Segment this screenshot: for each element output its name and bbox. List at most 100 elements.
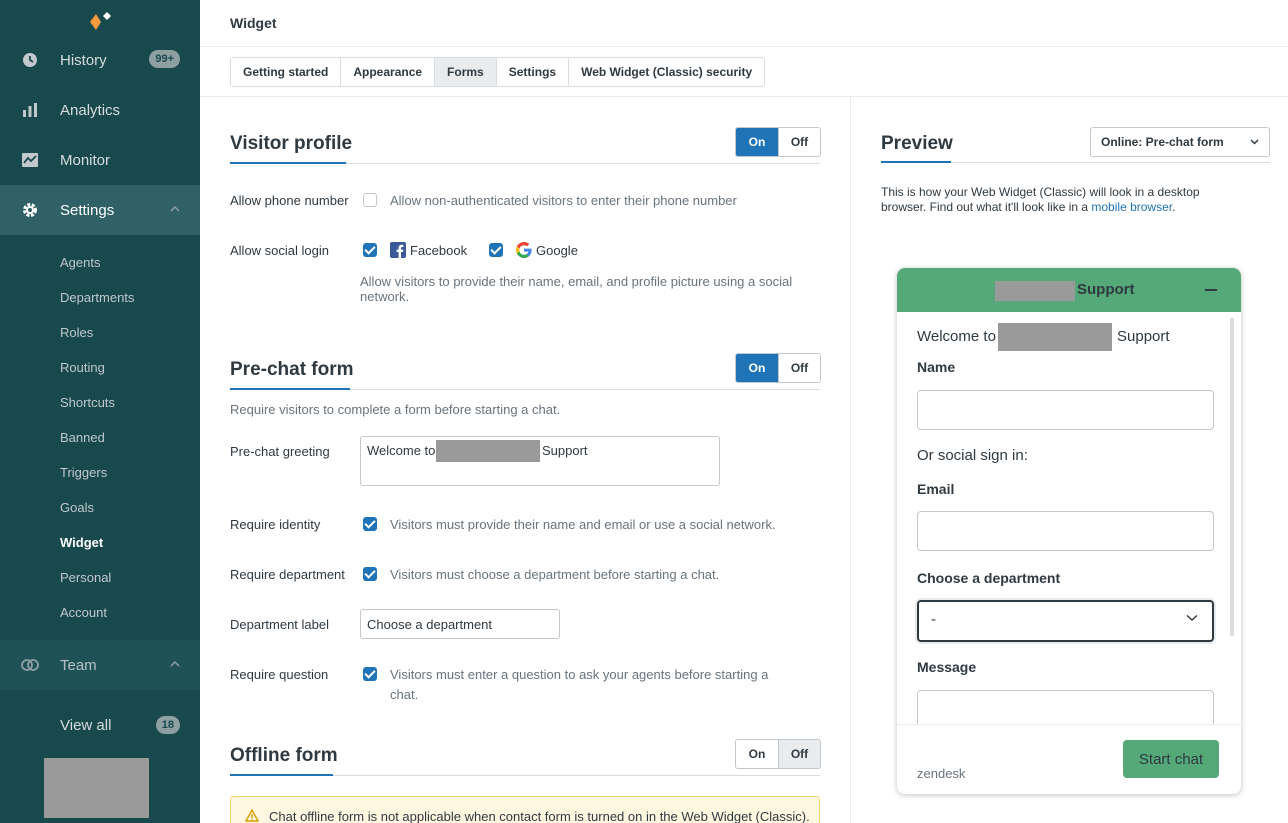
- prechat-greeting-textarea[interactable]: Welcome to Support: [360, 436, 720, 486]
- department-label-input[interactable]: Choose a department: [360, 609, 560, 639]
- toggle-on-button[interactable]: On: [736, 128, 778, 156]
- gear-icon: [23, 203, 37, 217]
- sidebar: History 99+ Analytics Monitor Settings A…: [0, 0, 200, 823]
- widget-email-label: Email: [917, 481, 955, 497]
- chevron-down-icon: [1186, 614, 1198, 621]
- require-identity-label: Require identity: [230, 517, 321, 532]
- mobile-browser-link[interactable]: mobile browser: [1091, 200, 1172, 214]
- chevron-up-icon[interactable]: [170, 659, 180, 669]
- nav-team-label: Team: [60, 656, 97, 674]
- sidebar-item-routing[interactable]: Routing: [60, 360, 105, 375]
- offline-toggle: On Off: [735, 739, 821, 769]
- widget-welcome-suffix: Support: [1117, 328, 1170, 345]
- start-chat-button[interactable]: Start chat: [1123, 740, 1219, 778]
- nav-view-all[interactable]: View all 18: [0, 700, 200, 750]
- social-login-desc-line1: Allow visitors to provide their name, em…: [360, 274, 793, 289]
- preview-divider: [850, 97, 851, 823]
- tab-getting-started[interactable]: Getting started: [231, 58, 342, 86]
- toggle-on-button[interactable]: On: [736, 740, 778, 768]
- require-department-desc: Visitors must choose a department before…: [390, 567, 720, 582]
- view-all-count-badge: 18: [155, 716, 180, 734]
- google-label: Google: [536, 243, 578, 258]
- redacted-company-name: [436, 440, 540, 462]
- nav-analytics-label: Analytics: [60, 101, 121, 119]
- sidebar-item-banned[interactable]: Banned: [60, 430, 105, 445]
- monitor-graph-icon: [22, 153, 38, 167]
- offline-warning-alert: Chat offline form is not applicable when…: [230, 796, 820, 823]
- tab-web-widget-classic-security[interactable]: Web Widget (Classic) security: [569, 58, 765, 86]
- team-icon: [21, 659, 39, 671]
- require-question-desc-line1: Visitors must enter a question to ask yo…: [390, 667, 769, 682]
- require-department-label: Require department: [230, 567, 345, 582]
- history-count-badge: 99+: [149, 50, 180, 68]
- allow-phone-label: Allow phone number: [230, 193, 349, 208]
- greeting-prefix: Welcome to: [367, 443, 436, 458]
- warning-icon: [245, 809, 259, 822]
- widget-header-title: Support: [1077, 281, 1135, 298]
- sidebar-item-departments[interactable]: Departments: [60, 290, 134, 305]
- nav-settings[interactable]: Settings: [0, 185, 200, 235]
- nav-analytics[interactable]: Analytics: [0, 85, 200, 135]
- sidebar-item-account[interactable]: Account: [60, 605, 107, 620]
- tab-divider: [200, 96, 1288, 97]
- view-all-label: View all: [60, 716, 112, 734]
- widget-header: Support: [897, 268, 1241, 312]
- widget-scrollbar[interactable]: [1230, 318, 1234, 636]
- nav-history[interactable]: History 99+: [0, 35, 200, 85]
- nav-settings-label: Settings: [60, 201, 115, 219]
- visitor-profile-toggle: On Off: [735, 127, 821, 157]
- nav-team[interactable]: Team: [0, 640, 200, 690]
- sidebar-item-triggers[interactable]: Triggers: [60, 465, 107, 480]
- minimize-icon[interactable]: [1205, 289, 1217, 291]
- redacted-company-name: [995, 281, 1075, 301]
- tab-settings[interactable]: Settings: [496, 58, 570, 86]
- tab-bar: Getting started Appearance Forms Settings We…: [230, 57, 766, 87]
- nav-monitor[interactable]: Monitor: [0, 135, 200, 185]
- sidebar-item-roles[interactable]: Roles: [60, 325, 93, 340]
- prechat-form-title: Pre-chat form: [230, 359, 354, 380]
- require-question-checkbox[interactable]: [363, 667, 377, 681]
- section-underline: [230, 388, 350, 390]
- facebook-icon: [390, 242, 406, 258]
- sidebar-item-shortcuts[interactable]: Shortcuts: [60, 395, 115, 410]
- widget-welcome-prefix: Welcome to: [917, 328, 996, 345]
- chevron-up-icon[interactable]: [170, 204, 180, 214]
- preview-mode-select[interactable]: Online: Pre-chat form: [1090, 127, 1270, 157]
- facebook-login-checkbox[interactable]: [363, 243, 377, 257]
- google-icon: [516, 242, 532, 258]
- agent-avatar[interactable]: [44, 758, 149, 818]
- require-department-checkbox[interactable]: [363, 567, 377, 581]
- sidebar-item-widget[interactable]: Widget: [60, 535, 103, 550]
- google-login-checkbox[interactable]: [489, 243, 503, 257]
- widget-name-label: Name: [917, 359, 956, 375]
- toggle-on-button[interactable]: On: [736, 354, 778, 382]
- header-divider: [200, 46, 1288, 47]
- require-question-label: Require question: [230, 667, 329, 682]
- visitor-profile-title: Visitor profile: [230, 133, 353, 154]
- tab-forms[interactable]: Forms: [435, 58, 497, 86]
- preview-desc: This is how your Web Widget (Classic) wi…: [881, 185, 1241, 215]
- toggle-off-button[interactable]: Off: [778, 740, 820, 768]
- sidebar-item-goals[interactable]: Goals: [60, 500, 94, 515]
- sidebar-item-agents[interactable]: Agents: [60, 255, 100, 270]
- chevron-down-icon: [1250, 139, 1259, 145]
- require-identity-checkbox[interactable]: [363, 517, 377, 531]
- redacted-company-name: [998, 323, 1112, 351]
- widget-name-input[interactable]: [917, 390, 1214, 430]
- preview-desc-end: .: [1172, 200, 1176, 214]
- allow-social-label: Allow social login: [230, 243, 329, 258]
- tab-appearance[interactable]: Appearance: [341, 58, 436, 86]
- greeting-suffix: Support: [542, 443, 588, 458]
- toggle-off-button[interactable]: Off: [778, 354, 820, 382]
- widget-department-value: -: [931, 611, 936, 628]
- widget-social-signin: Or social sign in:: [917, 447, 1028, 464]
- preview-title: Preview: [881, 133, 953, 154]
- widget-department-select[interactable]: -: [917, 600, 1214, 642]
- toggle-off-button[interactable]: Off: [778, 128, 820, 156]
- chat-widget-preview: Support Welcome to Support Name Or socia…: [897, 268, 1241, 794]
- widget-email-input[interactable]: [917, 511, 1214, 551]
- zendesk-chat-logo[interactable]: [88, 10, 114, 34]
- zendesk-brand[interactable]: zendesk: [917, 766, 965, 781]
- sidebar-item-personal[interactable]: Personal: [60, 570, 111, 585]
- allow-phone-checkbox[interactable]: [363, 193, 377, 207]
